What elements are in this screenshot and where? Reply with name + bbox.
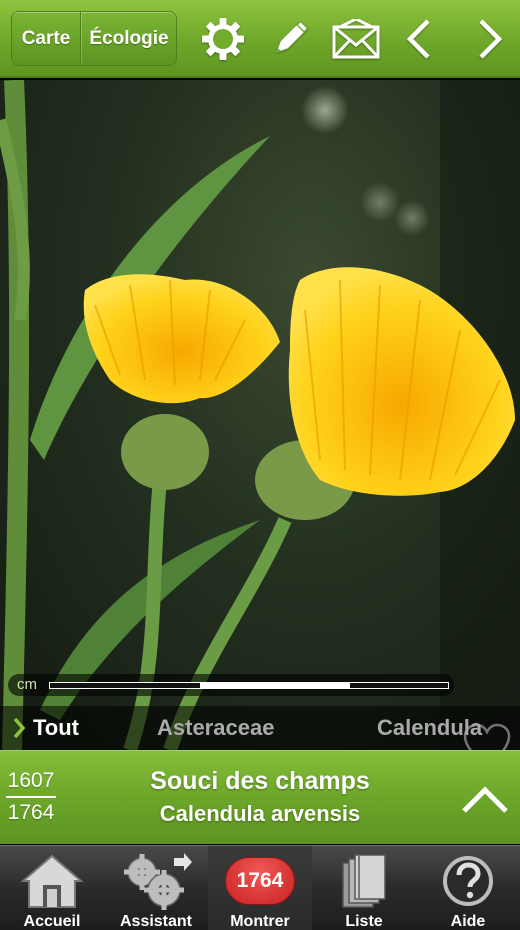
tab-show[interactable]: 1764 Montrer: [208, 846, 312, 930]
breadcrumb-item-all[interactable]: Tout: [33, 715, 79, 741]
chevron-right-icon: [13, 717, 26, 739]
tab-help-label: Aide: [450, 913, 486, 930]
breadcrumb-item-family[interactable]: Asteraceae: [157, 715, 274, 741]
chevron-right-icon[interactable]: [465, 14, 515, 64]
books-icon: [312, 850, 416, 912]
help-icon: [416, 850, 520, 912]
view-segmented-control: Carte Écologie: [11, 11, 177, 66]
species-counter: 1607 1764: [6, 769, 56, 825]
breadcrumb-item-genus[interactable]: Calendula: [377, 715, 482, 741]
home-icon: [0, 850, 104, 912]
tab-show-label: Montrer: [230, 913, 290, 930]
species-common-name: Souci des champs: [150, 767, 370, 795]
breadcrumb: Tout Asteraceae Calendula: [0, 706, 520, 750]
species-position: 1607: [7, 769, 55, 792]
scale-bar: cm: [8, 674, 454, 696]
tab-list-label: Liste: [345, 913, 383, 930]
gears-icon: [104, 850, 208, 912]
scale-unit-label: cm: [17, 676, 37, 693]
tab-ecology[interactable]: Écologie: [81, 12, 176, 65]
scale-ruler: [49, 682, 449, 689]
tab-map[interactable]: Carte: [12, 12, 81, 65]
tab-list[interactable]: Liste: [312, 846, 416, 930]
tab-help[interactable]: Aide: [416, 846, 520, 930]
species-latin-name: Calendula arvensis: [159, 801, 361, 826]
tab-home-label: Accueil: [23, 913, 81, 930]
chevron-up-icon[interactable]: [460, 780, 510, 816]
tab-assistant-label: Assistant: [119, 913, 193, 930]
envelope-icon[interactable]: [331, 14, 381, 64]
bottom-tab-bar: Accueil Assistant 1764 Montrer Liste Aid…: [0, 845, 520, 930]
gear-icon[interactable]: [198, 14, 248, 64]
species-total: 1764: [7, 801, 55, 824]
top-toolbar: Carte Écologie: [0, 0, 520, 78]
tab-home[interactable]: Accueil: [0, 846, 104, 930]
pencil-icon[interactable]: [265, 14, 315, 64]
chevron-left-icon[interactable]: [394, 14, 444, 64]
species-info-bar[interactable]: 1607 1764 Souci des champs Calendula arv…: [0, 750, 520, 844]
species-count-badge: 1764: [225, 857, 295, 905]
species-photo[interactable]: cm Tout Asteraceae Calendula: [0, 80, 520, 750]
marigold-photo-image: [0, 80, 520, 750]
tab-assistant[interactable]: Assistant: [104, 846, 208, 930]
